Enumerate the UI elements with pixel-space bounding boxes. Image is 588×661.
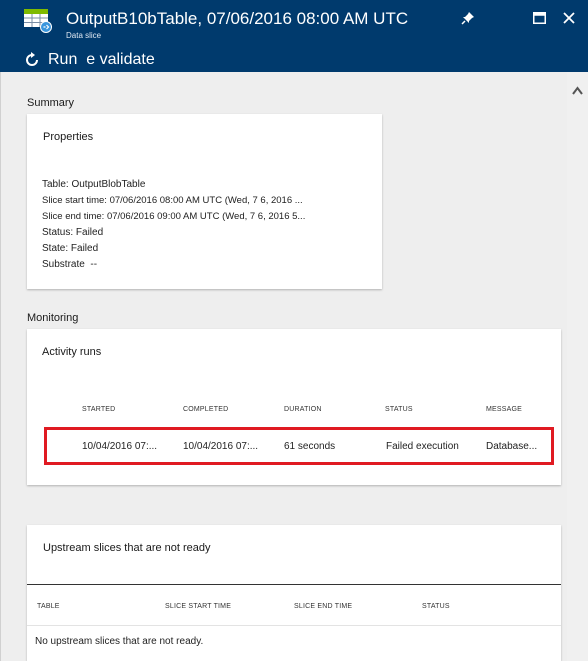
property-status: Status: Failed [42,227,104,238]
property-table: Table: OutputBlobTable [42,179,146,190]
rerun-validate-label: Run e validate [48,51,155,68]
properties-card[interactable]: Properties Table: OutputBlobTable Slice … [27,114,382,289]
column-header-slice-start-time[interactable]: SLICE START TIME [165,603,231,610]
highlight-box [44,427,554,465]
column-header-message[interactable]: MESSAGE [486,406,522,413]
property-state: State: Failed [42,243,99,254]
monitoring-section-label: Monitoring [27,312,79,324]
blade-subtitle: Data slice [66,31,102,40]
activity-runs-title: Activity runs [42,346,102,358]
blade-title: OutputB10bTable, 07/06/2016 08:00 AM UTC [66,9,409,28]
column-header-table[interactable]: TABLE [37,603,60,610]
column-header-status[interactable]: STATUS [385,406,413,413]
table-icon [24,9,52,33]
column-header-duration[interactable]: DURATION [284,406,322,413]
column-header-status[interactable]: STATUS [422,603,450,610]
upstream-slices-title: Upstream slices that are not ready [43,542,211,554]
column-header-started[interactable]: STARTED [82,406,115,413]
property-substrate: Substrate -- [42,259,98,270]
vertical-scrollbar[interactable] [567,72,588,661]
divider [27,584,561,585]
content-border [0,72,1,661]
scroll-up-arrow-icon[interactable] [572,86,583,96]
column-header-completed[interactable]: COMPLETED [183,406,228,413]
properties-title: Properties [43,131,94,143]
close-icon[interactable] [560,9,578,27]
pin-icon[interactable] [459,9,477,27]
property-slice-start: Slice start time: 07/06/2016 08:00 AM UT… [42,195,303,206]
maximize-icon[interactable] [530,9,548,27]
summary-section-label: Summary [27,97,75,109]
rerun-validate-button[interactable]: Run e validate [24,50,155,70]
property-slice-end: Slice end time: 07/06/2016 09:00 AM UTC … [42,211,306,222]
empty-message: No upstream slices that are not ready. [35,636,204,647]
upstream-slices-card[interactable]: Upstream slices that are not ready TABLE… [27,525,561,661]
rerun-icon [26,52,38,66]
blade-header: OutputB10bTable, 07/06/2016 08:00 AM UTC… [0,0,588,72]
column-header-slice-end-time[interactable]: SLICE END TIME [294,603,352,610]
divider [27,625,561,626]
